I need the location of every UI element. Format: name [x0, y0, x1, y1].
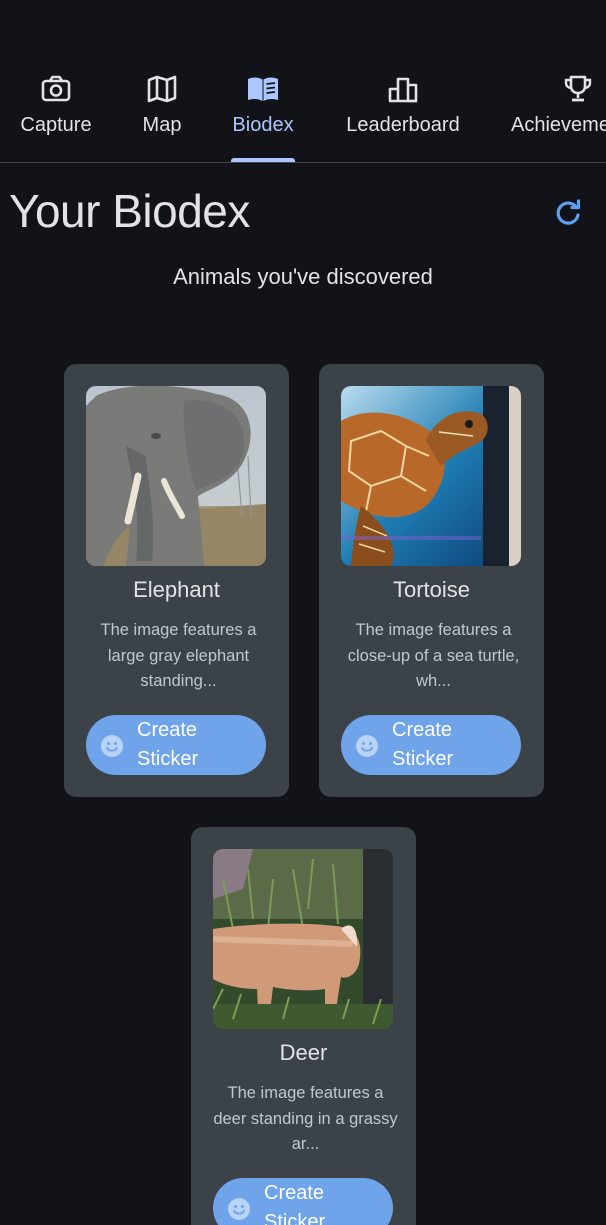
tab-capture[interactable]: Capture — [16, 60, 96, 161]
tab-map-label: Map — [142, 114, 182, 136]
animal-description: The image features a close-up of a sea t… — [347, 621, 520, 690]
deer-image — [213, 849, 393, 1029]
tab-leaderboard-label: Leaderboard — [346, 114, 460, 136]
tab-map[interactable]: Map — [127, 60, 197, 161]
book-icon — [248, 77, 278, 101]
page-title: Your Biodex — [9, 185, 250, 237]
create-sticker-label: Create Sticker — [392, 719, 454, 770]
deer-photo — [213, 849, 393, 1029]
camera-icon — [41, 75, 71, 102]
animal-description: The image features a large gray elephant… — [100, 621, 257, 690]
smiley-icon — [101, 735, 123, 757]
animal-name: Deer — [279, 1040, 328, 1065]
tab-achievements-label: Achieveme — [511, 114, 606, 136]
create-sticker-label: Create Sticker — [137, 719, 199, 770]
smiley-icon — [228, 1198, 250, 1220]
elephant-photo — [86, 386, 266, 566]
biodex-app: Capture Map Biodex Leaderboard Achieveme… — [0, 0, 606, 1225]
tab-achievements[interactable]: Achieveme — [511, 60, 606, 161]
top-tab-bar: Capture Map Biodex Leaderboard Achieveme — [0, 60, 606, 163]
page-subtitle: Animals you've discovered — [173, 264, 433, 289]
create-sticker-button[interactable]: Create Sticker — [213, 1178, 393, 1225]
create-sticker-button[interactable]: Create Sticker — [341, 715, 521, 775]
animal-card-elephant: Elephant The image features a large gray… — [64, 364, 289, 797]
elephant-image — [86, 386, 266, 566]
tortoise-photo — [341, 386, 521, 566]
map-icon — [147, 75, 177, 103]
animal-card-tortoise: Tortoise The image features a close-up o… — [319, 364, 544, 797]
animal-card-deer: Deer The image features a deer standing … — [191, 827, 416, 1225]
tab-biodex-label: Biodex — [232, 114, 294, 136]
leaderboard-icon — [388, 77, 418, 103]
tortoise-image — [341, 386, 521, 566]
create-sticker-button[interactable]: Create Sticker — [86, 715, 266, 775]
animal-description: The image features a deer standing in a … — [213, 1084, 398, 1153]
tab-capture-label: Capture — [20, 114, 92, 136]
animal-name: Tortoise — [392, 577, 471, 602]
refresh-icon[interactable] — [551, 196, 585, 230]
smiley-icon — [356, 735, 378, 757]
tab-leaderboard[interactable]: Leaderboard — [339, 60, 467, 161]
tab-biodex[interactable]: Biodex — [223, 60, 303, 162]
trophy-icon — [564, 75, 592, 102]
active-tab-indicator — [231, 158, 295, 162]
create-sticker-label: Create Sticker — [264, 1182, 326, 1225]
animal-name: Elephant — [133, 577, 220, 602]
